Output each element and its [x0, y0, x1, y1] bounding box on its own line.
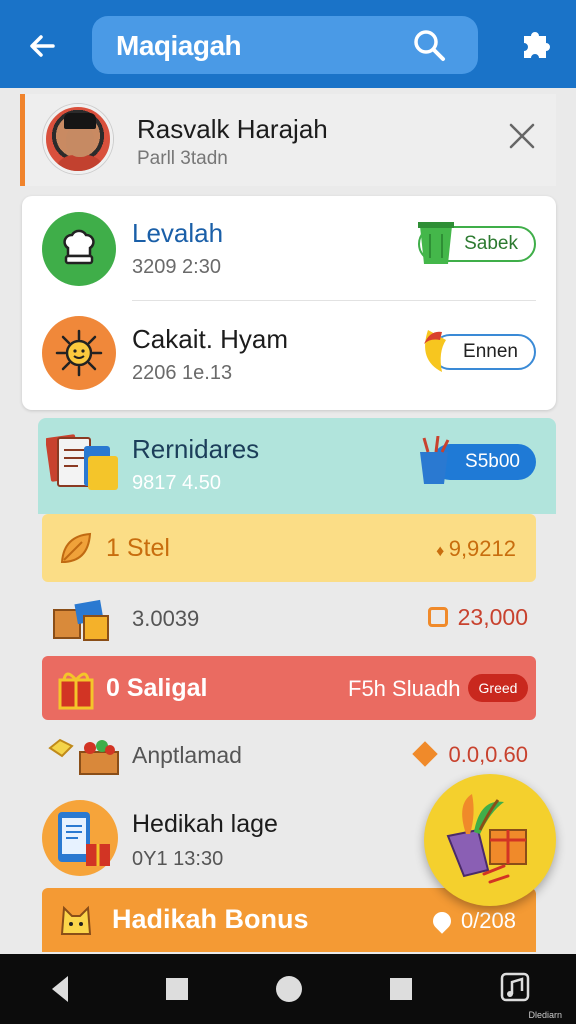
- list-item[interactable]: 1 Stel ♦ 9,9212: [42, 514, 536, 582]
- row-title: Levalah: [132, 218, 224, 248]
- paint-cup-icon: [420, 436, 450, 484]
- basket-icon: [48, 738, 119, 775]
- list-item[interactable]: Rernidares 9817 4.50 S5b00: [38, 418, 556, 514]
- search-bar[interactable]: Maqiagah: [92, 16, 478, 74]
- phone-gift-icon: [42, 800, 118, 876]
- list-item[interactable]: Cakait. Hyam 2206 1e.13 Ennen: [22, 302, 556, 410]
- top-app-bar: Maqiagah: [0, 0, 576, 88]
- back-button[interactable]: [22, 26, 62, 66]
- status-badge[interactable]: Greed: [468, 674, 528, 702]
- list-item[interactable]: Levalah 3209 2:30 Sabek: [22, 196, 556, 300]
- profile-subtitle: Parll 3tadn: [137, 148, 228, 169]
- cat-icon: [60, 905, 92, 935]
- trash-bin-icon: [418, 222, 454, 264]
- profile-name: Rasvalk Harajah: [137, 114, 328, 144]
- row-title: 1 Stel: [106, 534, 170, 562]
- system-nav-bar: Dlediarn: [0, 954, 576, 1024]
- avatar[interactable]: [43, 104, 113, 174]
- row-title: 3.0039: [132, 606, 200, 631]
- row-title: 0 Saligal: [106, 674, 208, 702]
- list-item[interactable]: 0 Saligal F5h Sluadh Greed: [42, 656, 536, 720]
- leaf-icon: [60, 532, 92, 564]
- gift-icon: [58, 672, 94, 710]
- row-title: Hedikah lage: [132, 810, 278, 838]
- close-icon[interactable]: [506, 120, 538, 152]
- floating-action-button[interactable]: [424, 774, 556, 906]
- row-value: ♦ 9,9212: [436, 536, 516, 561]
- documents-icon: [46, 434, 118, 490]
- square-icon[interactable]: [160, 972, 194, 1006]
- search-input[interactable]: Maqiagah: [116, 30, 242, 62]
- nav-label: Dlediarn: [528, 1010, 562, 1020]
- arrow-left-icon: [30, 35, 55, 57]
- search-icon[interactable]: [412, 28, 446, 62]
- basket-fruit-icon: [446, 794, 527, 884]
- profile-header: Rasvalk Harajah Parll 3tadn: [20, 94, 556, 186]
- chef-hat-icon: [42, 212, 116, 286]
- sun-icon: [42, 316, 116, 390]
- row-value: 23,000: [427, 604, 528, 631]
- music-note-icon[interactable]: [498, 970, 532, 1004]
- row-title: Anptlamad: [132, 742, 242, 768]
- puzzle-icon[interactable]: [516, 24, 556, 64]
- row-subtitle: 9817 4.50: [132, 472, 221, 494]
- row-title: Cakait. Hyam: [132, 324, 289, 354]
- row-title: Rernidares: [132, 434, 260, 464]
- activity-card: Levalah 3209 2:30 Sabek Cakait. Hyam 220…: [22, 196, 556, 410]
- banana-icon: [424, 330, 446, 372]
- list-item[interactable]: 3.0039 23,000: [42, 586, 536, 650]
- boxes-icon: [53, 599, 109, 641]
- row-value: 0/208: [429, 908, 516, 934]
- row-subtitle: 3209 2:30: [132, 256, 221, 278]
- back-triangle-icon[interactable]: [44, 972, 78, 1006]
- home-circle-icon[interactable]: [272, 972, 306, 1006]
- row-subtitle: 2206 1e.13: [132, 362, 233, 384]
- row-title: Hadikah Bonus: [112, 904, 309, 934]
- row-right-text: F5h Sluadh: [348, 676, 461, 701]
- row-value: 0.0,0.60: [412, 741, 528, 768]
- recents-square-icon[interactable]: [384, 972, 418, 1006]
- row-subtitle: 0Y1 13:30: [132, 848, 224, 870]
